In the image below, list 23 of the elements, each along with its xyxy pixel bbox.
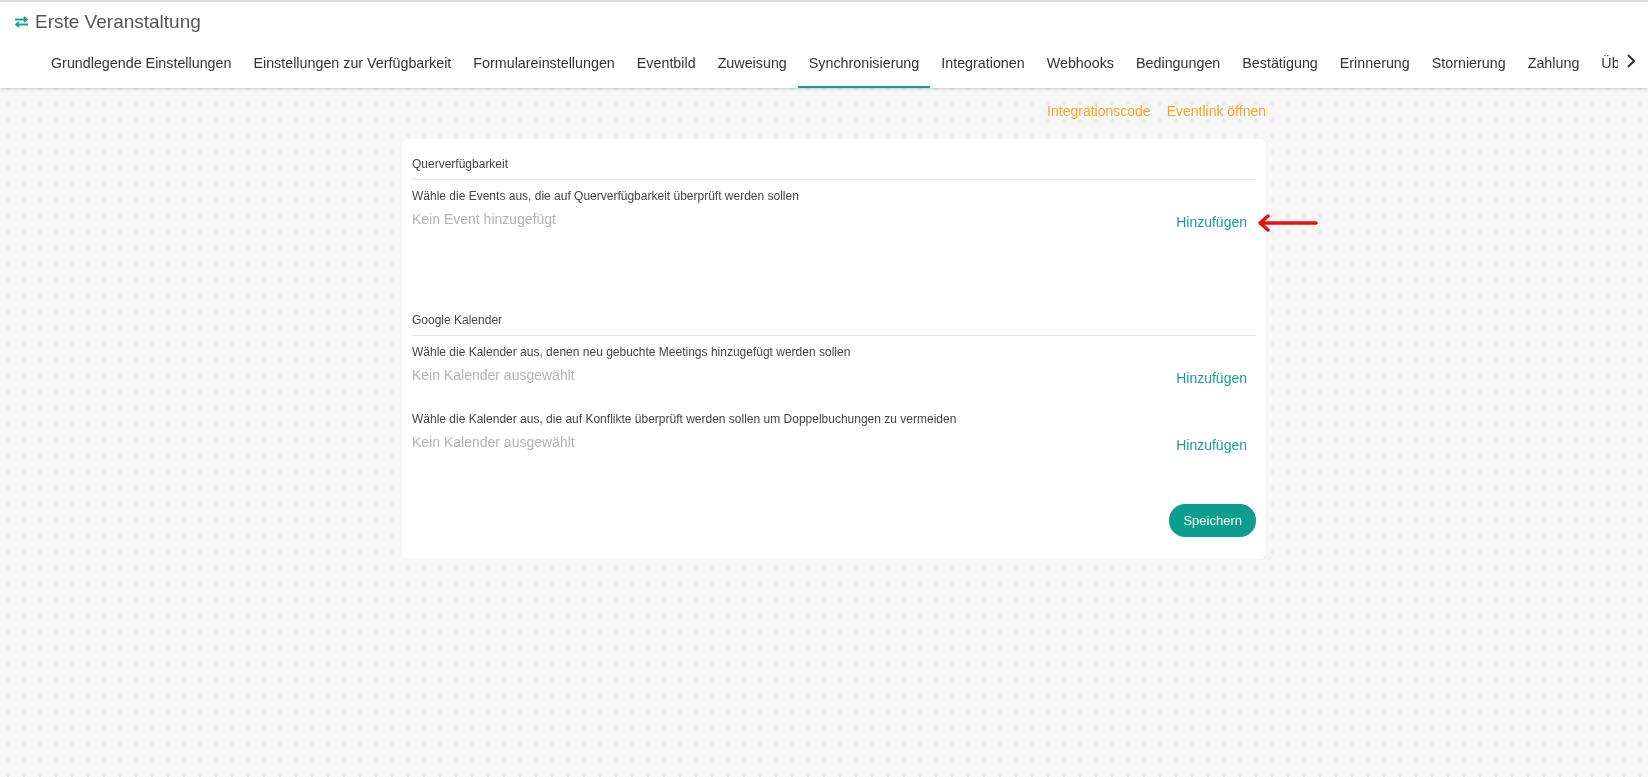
description-text: Wähle die Events aus, die auf Querverfügbarkeit überprüft werden sollen	[412, 189, 800, 203]
tab[interactable]: Formulareinstellungen	[462, 45, 626, 88]
empty-state-text: Kein Kalender ausgewählt	[412, 434, 575, 450]
tab[interactable]: Bedingungen	[1125, 45, 1232, 88]
tab[interactable]: Eventbild	[625, 45, 707, 88]
description-text: Wähle die Kalender aus, die auf Konflikte überprüft werden sollen um Doppelbuchungen zu vermeiden	[412, 412, 958, 426]
tab[interactable]: Erinnerung	[1328, 45, 1421, 88]
tab[interactable]: Stornierung	[1420, 45, 1517, 88]
swap-arrows-icon	[14, 16, 29, 28]
tab[interactable]: Zuweisung	[706, 45, 798, 88]
tab[interactable]: Integrationen	[930, 45, 1036, 88]
empty-state-text: Kein Kalender ausgewählt	[412, 367, 575, 383]
description-text: Wähle die Kalender aus, denen neu gebuchte Meetings hinzugefügt werden sollen	[412, 345, 852, 359]
section-title: Google Kalender	[412, 305, 1256, 336]
tab[interactable]: Bestätigung	[1231, 45, 1329, 88]
tab[interactable]: Zahlung	[1516, 45, 1591, 88]
section-title: Querverfügbarkeit	[412, 149, 1256, 180]
tab[interactable]: Webhooks	[1035, 45, 1125, 88]
tab[interactable]: Einstellungen zur Verfügbarkeit	[242, 45, 463, 88]
empty-state-text: Kein Event hinzugefügt	[412, 211, 556, 227]
tab[interactable]: Synchronisierung	[797, 45, 931, 88]
page-title: Erste Veranstaltung	[35, 11, 201, 33]
tab[interactable]: Grundlegende Einstellungen	[40, 45, 243, 88]
